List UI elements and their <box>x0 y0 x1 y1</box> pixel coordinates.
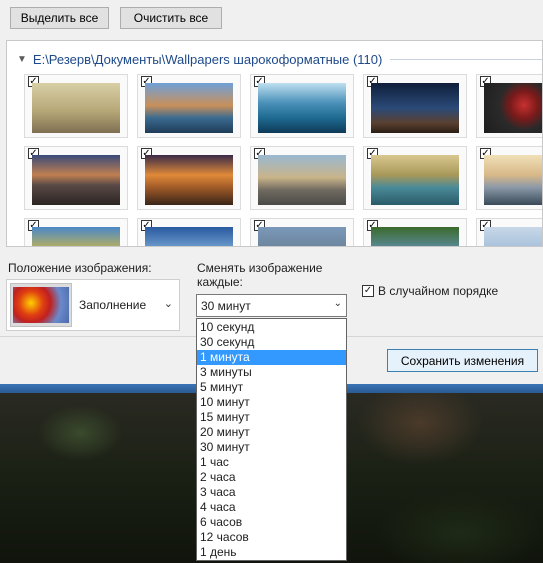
select-all-button[interactable]: Выделить все <box>10 7 109 29</box>
wallpaper-thumbnail[interactable]: ✓ <box>250 218 354 246</box>
change-interval-value: 30 минут <box>201 299 251 313</box>
position-preview <box>10 283 72 327</box>
save-changes-button[interactable]: Сохранить изменения <box>387 349 538 372</box>
shuffle-checkbox[interactable]: ✓ <box>362 285 374 297</box>
wallpaper-thumbnail[interactable]: ✓ <box>137 74 241 138</box>
wallpaper-thumbnail[interactable]: ✓ <box>137 218 241 246</box>
interval-option[interactable]: 1 час <box>197 455 346 470</box>
wallpaper-thumbnail[interactable]: ✓ <box>476 218 542 246</box>
chevron-down-icon: ⌄ <box>333 298 342 309</box>
interval-option[interactable]: 12 часов <box>197 530 346 545</box>
thumbnail-image <box>371 227 459 246</box>
thumbnail-image <box>145 227 233 246</box>
wallpaper-thumbnail[interactable]: ✓ <box>24 218 128 246</box>
interval-option[interactable]: 4 часа <box>197 500 346 515</box>
thumbnail-image <box>32 227 120 246</box>
interval-option[interactable]: 2 часа <box>197 470 346 485</box>
wallpaper-thumbnail[interactable]: ✓ <box>363 146 467 210</box>
clear-all-button[interactable]: Очистить все <box>120 7 222 29</box>
picture-position-label: Положение изображения: <box>8 261 152 275</box>
thumbnail-image <box>258 155 346 205</box>
thumbnail-image <box>145 83 233 133</box>
picture-position-select[interactable]: Заполнение ⌄ <box>6 279 180 331</box>
picture-position-value: Заполнение <box>79 298 147 312</box>
wallpaper-thumbnail[interactable]: ✓ <box>476 146 542 210</box>
interval-option[interactable]: 5 минут <box>197 380 346 395</box>
change-interval-label: Сменять изображение каждые: <box>197 261 323 289</box>
chevron-down-icon: ⌄ <box>163 298 173 310</box>
wallpaper-thumbnail[interactable]: ✓ <box>250 146 354 210</box>
interval-option[interactable]: 1 день <box>197 545 346 560</box>
wallpaper-gallery: ▼ E:\Резерв\Документы\Wallpapers шарокоф… <box>6 40 543 247</box>
interval-option[interactable]: 30 секунд <box>197 335 346 350</box>
interval-option[interactable]: 3 минуты <box>197 365 346 380</box>
collapse-chevron-icon[interactable]: ▼ <box>17 54 27 65</box>
folder-title: E:\Резерв\Документы\Wallpapers шарокофор… <box>32 51 383 67</box>
interval-option[interactable]: 3 часа <box>197 485 346 500</box>
thumbnail-image <box>484 83 542 133</box>
interval-option[interactable]: 20 минут <box>197 425 346 440</box>
wallpaper-thumbnail[interactable]: ✓ <box>250 74 354 138</box>
thumbnail-image <box>32 83 120 133</box>
wallpaper-settings-panel: Выделить все Очистить все ▼ E:\Резерв\До… <box>0 0 543 336</box>
flower-preview-image <box>13 287 69 323</box>
wallpaper-thumbnail[interactable]: ✓ <box>24 74 128 138</box>
interval-option[interactable]: 6 часов <box>197 515 346 530</box>
change-interval-dropdown-list[interactable]: 10 секунд 30 секунд 1 минута 3 минуты 5 … <box>196 318 347 561</box>
thumbnail-image <box>484 155 542 205</box>
wallpaper-thumbnail[interactable]: ✓ <box>476 74 542 138</box>
wallpaper-thumbnail[interactable]: ✓ <box>363 74 467 138</box>
interval-option[interactable]: 10 секунд <box>197 320 346 335</box>
thumbnail-image <box>258 227 346 246</box>
thumbnail-image <box>145 155 233 205</box>
wallpaper-thumbnail[interactable]: ✓ <box>137 146 241 210</box>
thumbnail-image <box>32 155 120 205</box>
interval-option[interactable]: 10 минут <box>197 395 346 410</box>
interval-option[interactable]: 15 минут <box>197 410 346 425</box>
thumbnail-image <box>371 83 459 133</box>
thumbnail-image <box>484 227 542 246</box>
header-divider <box>390 58 542 60</box>
gallery-group-header[interactable]: ▼ E:\Резерв\Документы\Wallpapers шарокоф… <box>17 50 542 68</box>
thumbnail-image <box>258 83 346 133</box>
change-interval-select[interactable]: 30 минут ⌄ <box>196 294 347 317</box>
wallpaper-thumbnail[interactable]: ✓ <box>363 218 467 246</box>
shuffle-label: В случайном порядке <box>378 284 499 298</box>
interval-option-highlighted[interactable]: 1 минута <box>197 350 346 365</box>
interval-option[interactable]: 30 минут <box>197 440 346 455</box>
thumbnail-image <box>371 155 459 205</box>
wallpaper-thumbnail[interactable]: ✓ <box>24 146 128 210</box>
